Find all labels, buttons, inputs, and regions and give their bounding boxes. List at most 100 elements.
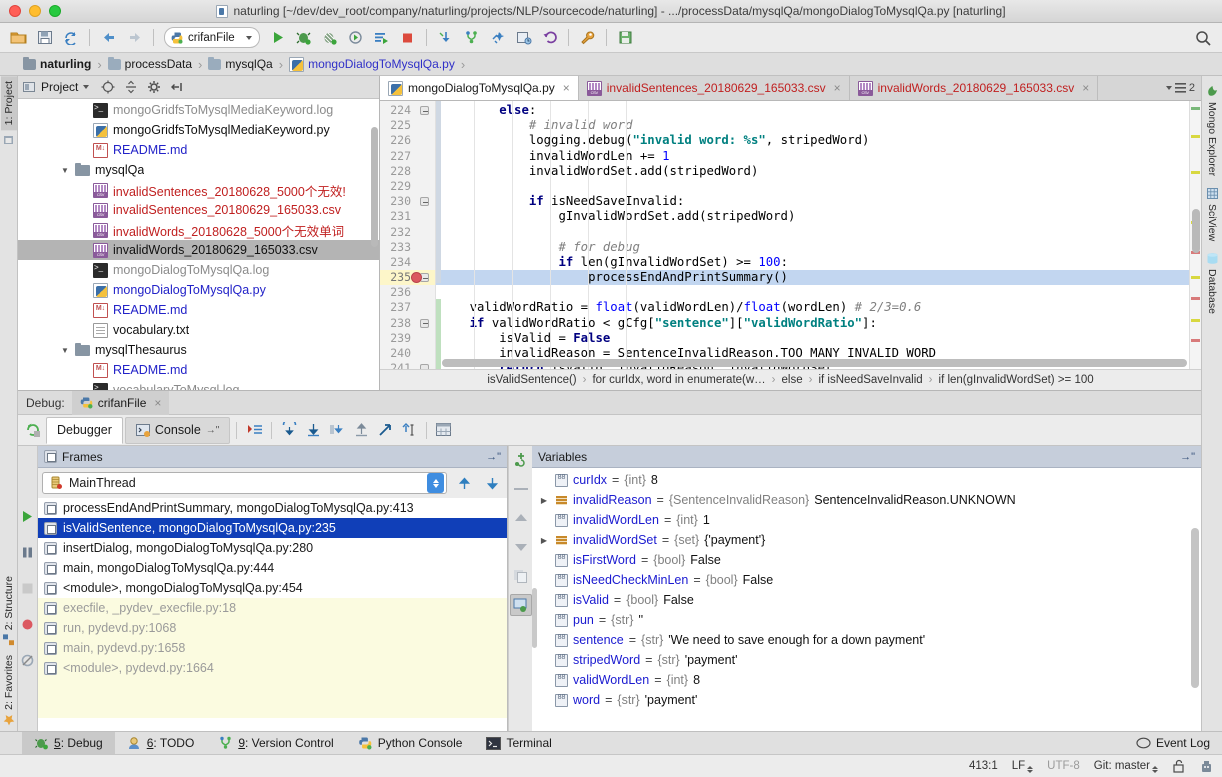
- variable-row[interactable]: ▶ invalidReason = {SentenceInvalidReason} Se…: [532, 490, 1201, 510]
- code-line[interactable]: gInvalidWordSet.add(stripedWord): [436, 209, 1189, 224]
- line-number[interactable]: 239: [380, 331, 435, 346]
- update-project-icon[interactable]: [433, 26, 458, 50]
- tool-window-button[interactable]: 6: TODO: [115, 732, 207, 755]
- code-breadcrumb-item[interactable]: isValidSentence(): [487, 374, 576, 386]
- chevron-down-icon[interactable]: [1165, 86, 1172, 90]
- sidebar-tab-database[interactable]: Database: [1203, 247, 1221, 320]
- code-fold-toggle[interactable]: [420, 197, 429, 207]
- evaluate-expression-icon[interactable]: [398, 419, 420, 441]
- code-line[interactable]: if len(gInvalidWordSet) >= 100:: [436, 255, 1189, 270]
- gear-icon[interactable]: [145, 78, 163, 96]
- inspect-icon[interactable]: [509, 594, 532, 616]
- code-line[interactable]: if isNeedSaveInvalid:: [436, 194, 1189, 209]
- settings-wrench-icon[interactable]: [575, 26, 600, 50]
- project-tree-scrollbar[interactable]: [371, 127, 378, 247]
- variable-row[interactable]: pun = {str} '': [532, 610, 1201, 630]
- frame-item[interactable]: processEndAndPrintSummary, mongoDialogTo…: [38, 498, 507, 518]
- locate-icon[interactable]: [99, 78, 117, 96]
- hector-icon[interactable]: [1199, 759, 1214, 774]
- line-number[interactable]: 226: [380, 133, 435, 148]
- code-line[interactable]: # invalid word: [436, 118, 1189, 133]
- line-number[interactable]: 228: [380, 164, 435, 179]
- file-encoding[interactable]: UTF-8: [1047, 760, 1080, 772]
- tree-item[interactable]: mongoDialogToMysqlQa.py: [18, 280, 379, 300]
- tree-expand-toggle[interactable]: ▼: [60, 166, 70, 175]
- code-line[interactable]: [436, 179, 1189, 194]
- code-fold-toggle[interactable]: [420, 318, 429, 328]
- line-number[interactable]: 237: [380, 300, 435, 315]
- editor-tab[interactable]: invalidSentences_20180629_165033.csv ×: [578, 76, 850, 100]
- tree-item[interactable]: vocabulary.txt: [18, 320, 379, 340]
- sidebar-tab-mongo-explorer[interactable]: Mongo Explorer: [1203, 80, 1221, 182]
- view-breakpoints-icon[interactable]: [433, 419, 455, 441]
- tree-item[interactable]: ▼ mysqlQa: [18, 160, 379, 180]
- variables-scroll-left[interactable]: [532, 588, 537, 648]
- variable-row[interactable]: stripedWord = {str} 'payment': [532, 650, 1201, 670]
- frames-settings-icon[interactable]: →": [486, 451, 501, 463]
- code-content[interactable]: else: # invalid word logging.debug("inva…: [436, 101, 1189, 369]
- variables-settings-icon[interactable]: →": [1180, 451, 1195, 463]
- sidebar-tab-sciview[interactable]: SciView: [1203, 182, 1221, 247]
- line-number[interactable]: 231: [380, 209, 435, 224]
- frame-item[interactable]: run, pydevd.py:1068: [38, 618, 507, 638]
- frame-item[interactable]: isValidSentence, mongoDialogToMysqlQa.py…: [38, 518, 507, 538]
- new-watch-icon[interactable]: [510, 449, 532, 471]
- tree-item[interactable]: invalidWords_20180629_165033.csv: [18, 240, 379, 260]
- variable-row[interactable]: validWordLen = {int} 8: [532, 670, 1201, 690]
- line-separator[interactable]: LF: [1012, 760, 1034, 773]
- line-number[interactable]: 225: [380, 118, 435, 133]
- tree-item[interactable]: invalidSentences_20180628_5000个无效!: [18, 180, 379, 200]
- run-icon[interactable]: [265, 26, 290, 50]
- breadcrumb-item-naturling[interactable]: naturling: [18, 56, 96, 71]
- tab-console[interactable]: Console →": [124, 416, 231, 444]
- coverage-icon[interactable]: [317, 26, 342, 50]
- frame-item[interactable]: execfile, _pydev_execfile.py:18: [38, 598, 507, 618]
- variable-row[interactable]: ▶ invalidWordSet = {set} {'payment'}: [532, 530, 1201, 550]
- frame-item[interactable]: <module>, pydevd.py:1664: [38, 658, 507, 678]
- view-breakpoints-icon[interactable]: [17, 614, 39, 636]
- code-line[interactable]: logging.debug("invalid word: %s", stripe…: [436, 133, 1189, 148]
- event-log-button[interactable]: Event Log: [1124, 732, 1222, 755]
- code-line[interactable]: validWordRatio = float(validWordLen)/flo…: [436, 300, 1189, 315]
- back-icon[interactable]: [96, 26, 121, 50]
- editor-scrollbar[interactable]: [1192, 209, 1200, 253]
- debug-session-tab[interactable]: crifanFile ×: [71, 390, 170, 415]
- debug-icon[interactable]: [291, 26, 316, 50]
- collapse-all-icon[interactable]: [122, 78, 140, 96]
- project-panel-title[interactable]: Project: [23, 80, 90, 94]
- frames-list[interactable]: processEndAndPrintSummary, mongoDialogTo…: [38, 498, 507, 731]
- copy-icon[interactable]: [510, 565, 532, 587]
- line-number[interactable]: 240: [380, 346, 435, 361]
- tree-item[interactable]: README.md: [18, 300, 379, 320]
- revert-icon[interactable]: [537, 26, 562, 50]
- open-folder-icon[interactable]: [6, 26, 31, 50]
- run-configuration-selector[interactable]: crifanFile: [164, 27, 260, 48]
- editor-marker-rail[interactable]: [1189, 101, 1201, 369]
- run-with-console-icon[interactable]: [369, 26, 394, 50]
- line-number[interactable]: 233: [380, 240, 435, 255]
- step-into-icon[interactable]: [302, 419, 324, 441]
- git-branch[interactable]: Git: master: [1094, 760, 1158, 773]
- code-breadcrumb-item[interactable]: else: [782, 374, 803, 386]
- tree-item[interactable]: README.md: [18, 140, 379, 160]
- tool-window-button[interactable]: 9: Version Control: [206, 732, 345, 755]
- tree-item[interactable]: mongoGridfsToMysqlMediaKeyword.log: [18, 100, 379, 120]
- code-line[interactable]: invalidWordLen += 1: [436, 149, 1189, 164]
- breadcrumb-item-processdata[interactable]: processData: [103, 56, 197, 71]
- code-line[interactable]: isValid = False: [436, 331, 1189, 346]
- frame-item[interactable]: insertDialog, mongoDialogToMysqlQa.py:28…: [38, 538, 507, 558]
- forward-icon[interactable]: [122, 26, 147, 50]
- editor-horizontal-scrollbar[interactable]: [442, 359, 1187, 367]
- line-number[interactable]: 232: [380, 225, 435, 240]
- code-fold-toggle[interactable]: [420, 106, 429, 115]
- code-breadcrumb-item[interactable]: if len(gInvalidWordSet) >= 100: [939, 374, 1094, 386]
- tree-item[interactable]: vocabularyToMysql.log: [18, 380, 379, 390]
- line-number[interactable]: 236: [380, 285, 435, 300]
- line-number[interactable]: 234: [380, 255, 435, 270]
- tab-debugger[interactable]: Debugger: [46, 416, 123, 444]
- step-out-icon[interactable]: [350, 419, 372, 441]
- frame-item[interactable]: <module>, mongoDialogToMysqlQa.py:454: [38, 578, 507, 598]
- search-everywhere-icon[interactable]: [1191, 26, 1216, 50]
- code-line[interactable]: processEndAndPrintSummary(): [436, 270, 1189, 286]
- sidebar-tab-structure[interactable]: 2: Structure: [1, 571, 17, 650]
